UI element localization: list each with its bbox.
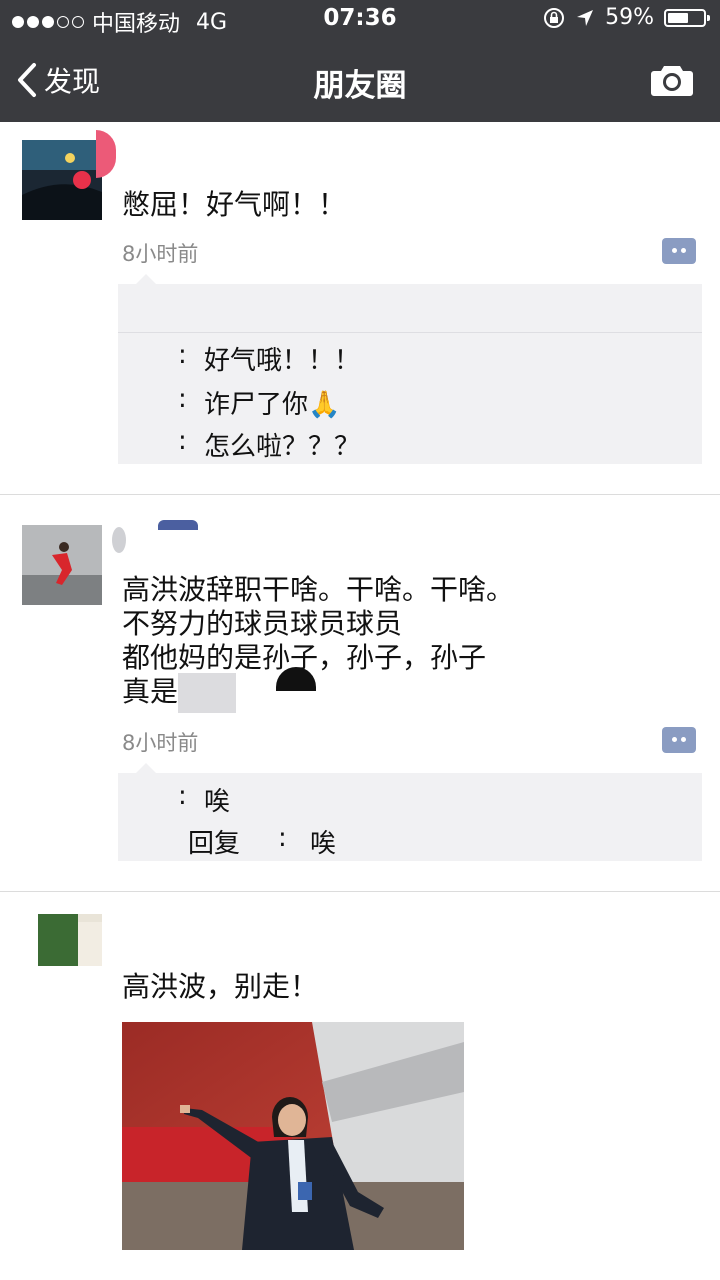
moment-post: 高洪波，别走！ xyxy=(0,892,720,1280)
page-title: 朋友圈 xyxy=(313,68,407,104)
moment-post: 高洪波辞职干啥。干啥。干啥。 不努力的球员球员球员 都他妈的是孙子，孙子，孙子 … xyxy=(0,495,720,891)
comment-item[interactable]: : 诈尸了你🙏 xyxy=(118,384,702,420)
camera-button[interactable] xyxy=(650,62,694,102)
comment-item[interactable]: : 怎么啦？？？ xyxy=(118,426,702,462)
camera-icon xyxy=(651,66,693,96)
comment-text: 唉 xyxy=(310,829,337,859)
avatar[interactable] xyxy=(22,914,102,966)
redacted-name xyxy=(158,520,198,530)
comment-text: 诈尸了你🙏 xyxy=(204,390,341,420)
comment-item[interactable]: 回复 : 唉 xyxy=(118,823,702,859)
location-arrow-icon xyxy=(577,9,594,26)
rotation-lock-icon xyxy=(544,7,565,28)
post-time: 8小时前 xyxy=(122,731,199,755)
comment-text: 怎么啦？？？ xyxy=(204,432,361,462)
redacted-name xyxy=(112,527,126,553)
moment-post: 憋屈！好气啊！！ 8小时前 : 好气哦！！！ : 诈尸了你🙏 : 怎么啦？？？ xyxy=(0,122,720,494)
post-time: 8小时前 xyxy=(122,242,199,266)
comment-item[interactable]: : 好气哦！！！ xyxy=(118,340,702,376)
avatar[interactable] xyxy=(22,525,102,605)
redacted-text xyxy=(178,673,236,713)
post-text: 高洪波，别走！ xyxy=(122,970,319,1003)
battery-icon xyxy=(664,8,710,27)
comment-text: 好气哦！！！ xyxy=(204,346,361,376)
post-photo[interactable] xyxy=(122,1022,464,1250)
comment-button[interactable] xyxy=(662,238,696,264)
redacted-name xyxy=(96,130,116,178)
comments-box: : 唉 回复 : 唉 xyxy=(118,763,702,861)
comment-button[interactable] xyxy=(662,727,696,753)
reply-label: 回复 xyxy=(188,829,241,859)
status-bar: 中国移动 4G 07:36 59% xyxy=(0,0,720,40)
nav-bar: 发现 朋友圈 xyxy=(0,40,720,122)
comment-item[interactable]: : 唉 xyxy=(118,781,702,817)
avatar[interactable] xyxy=(22,140,102,220)
battery-percent: 59% xyxy=(605,5,654,30)
post-text: 憋屈！好气啊！！ xyxy=(122,188,347,221)
comment-text: 唉 xyxy=(204,787,231,817)
comments-box: : 好气哦！！！ : 诈尸了你🙏 : 怎么啦？？？ xyxy=(118,274,702,464)
